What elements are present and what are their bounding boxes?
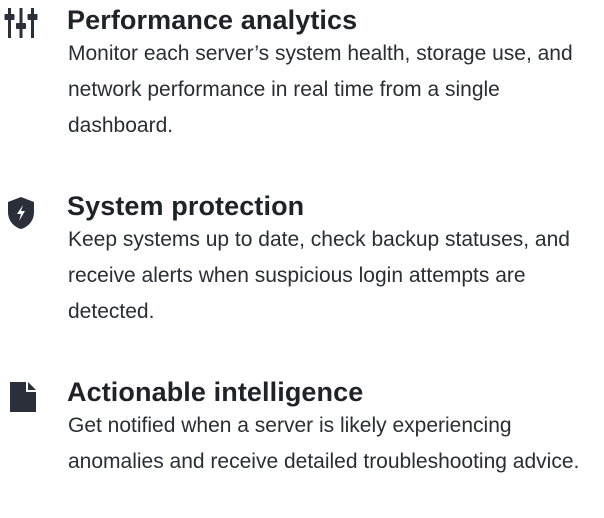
feature-title: System protection <box>67 191 305 221</box>
shield-bolt-icon <box>6 196 40 230</box>
document-icon <box>10 382 44 416</box>
feature-description: Keep systems up to date, check backup st… <box>68 228 570 323</box>
feature-description: Get notified when a server is likely exp… <box>68 414 580 473</box>
feature-title: Actionable intelligence <box>67 377 364 407</box>
sliders-icon <box>4 6 38 40</box>
feature-description: Monitor each server’s system health, sto… <box>68 42 573 137</box>
feature-title: Performance analytics <box>67 5 358 35</box>
